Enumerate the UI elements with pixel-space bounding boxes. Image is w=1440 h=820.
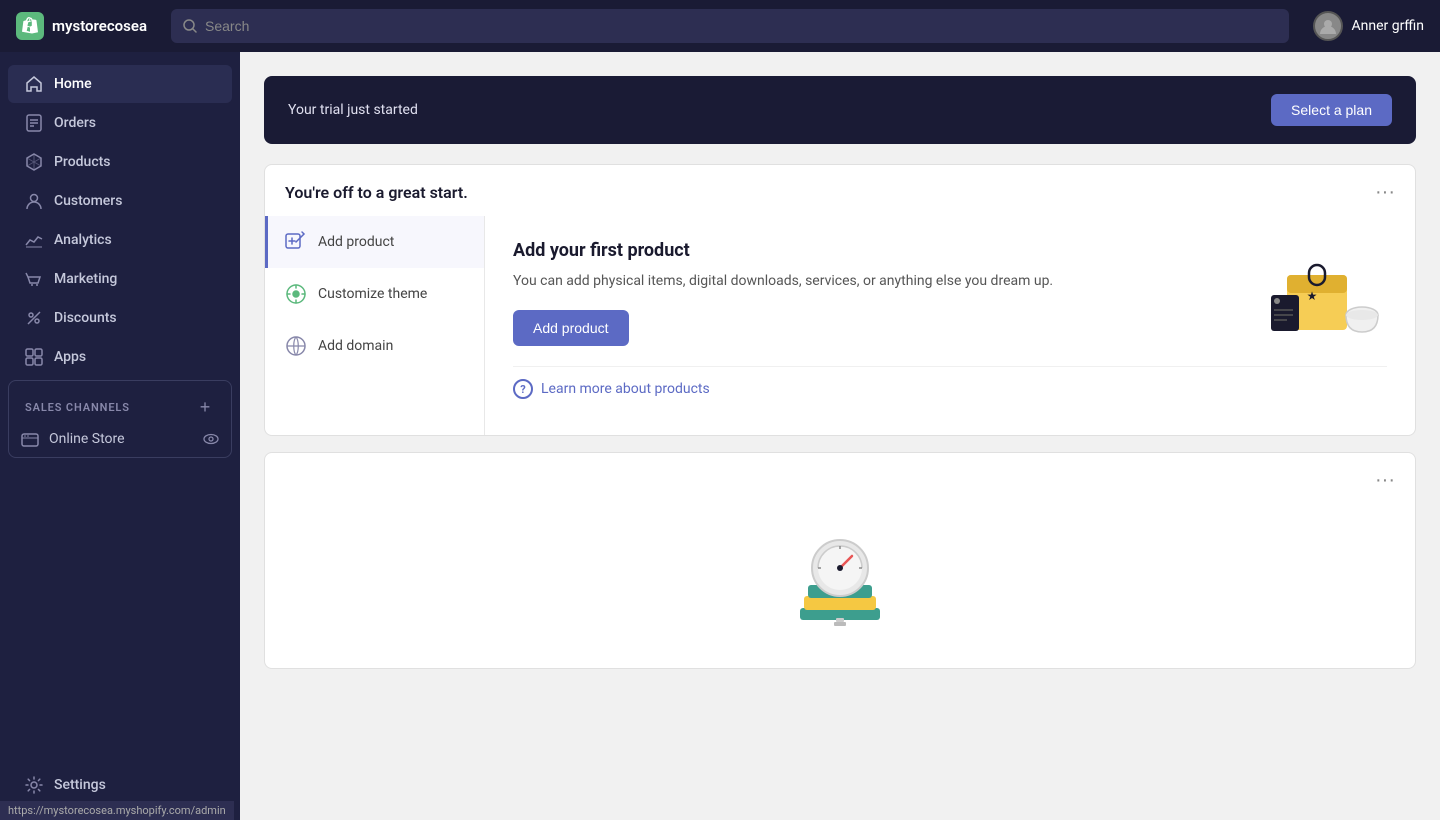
steps-list: Add product Customize theme [265,216,485,435]
card-title: You're off to a great start. [285,183,468,202]
home-icon [24,74,44,94]
user-menu[interactable]: Anner grffin [1313,11,1424,41]
search-bar[interactable] [171,9,1289,43]
sidebar-item-analytics[interactable]: Analytics [8,221,232,259]
product-panel-title: Add your first product [513,240,1233,261]
statusbar: https://mystorecosea.myshopify.com/admin [0,801,234,820]
sidebar: Home Orders Products [0,52,240,820]
trial-text: Your trial just started [288,102,418,118]
search-icon [183,19,197,33]
marketing-icon [24,269,44,289]
second-card: ··· [264,452,1416,669]
online-store-label: Online Store [49,431,125,447]
sales-channels-header: SALES CHANNELS + [9,387,231,421]
second-card-header: ··· [265,453,1415,508]
sidebar-item-marketing[interactable]: Marketing [8,260,232,298]
sidebar-item-online-store[interactable]: Online Store [9,421,231,457]
step-customize-icon [284,282,308,306]
card-more-button[interactable]: ··· [1375,181,1395,204]
settings-icon [24,775,44,795]
add-product-button[interactable]: Add product [513,310,629,346]
sidebar-item-apps[interactable]: Apps [8,338,232,376]
svg-text:★: ★ [1307,289,1318,303]
topnav: mystorecosea Anner grffin [0,0,1440,52]
step-add-domain[interactable]: Add domain [265,320,484,372]
product-illustration: ★ [1257,240,1387,350]
orders-icon [24,113,44,133]
sidebar-item-discounts[interactable]: Discounts [8,299,232,337]
shopify-logo-icon [16,12,44,40]
avatar [1313,11,1343,41]
sidebar-item-settings[interactable]: Settings [8,766,232,804]
step-add-product[interactable]: Add product [265,216,484,268]
learn-more-link[interactable]: ? Learn more about products [513,366,1387,411]
sidebar-item-home[interactable]: Home [8,65,232,103]
second-card-body [265,508,1415,668]
product-panel-desc: You can add physical items, digital down… [513,271,1233,292]
select-plan-button[interactable]: Select a plan [1271,94,1392,126]
card-header: You're off to a great start. ··· [265,165,1415,216]
sidebar-item-orders[interactable]: Orders [8,104,232,142]
main-content: Your trial just started Select a plan Yo… [240,52,1440,820]
product-panel: Add your first product You can add physi… [485,216,1415,435]
apps-icon [24,347,44,367]
step-customize-theme[interactable]: Customize theme [265,268,484,320]
analytics-icon [24,230,44,250]
help-icon: ? [513,379,533,399]
sidebar-item-products[interactable]: Products [8,143,232,181]
getting-started-content: Add product Customize theme [265,216,1415,435]
layout: Home Orders Products [0,0,1440,820]
user-name: Anner grffin [1351,18,1424,34]
products-icon [24,152,44,172]
online-store-visibility-toggle[interactable] [203,431,219,447]
step-domain-icon [284,334,308,358]
online-store-icon [21,430,39,448]
add-channel-button[interactable]: + [195,397,215,417]
trial-banner: Your trial just started Select a plan [264,76,1416,144]
store-logo[interactable]: mystorecosea [16,12,147,40]
store-name: mystorecosea [52,17,147,35]
discounts-icon [24,308,44,328]
search-input[interactable] [205,18,1277,34]
step-add-product-icon [284,230,308,254]
getting-started-card: You're off to a great start. ··· [264,164,1416,436]
sales-channels-section: SALES CHANNELS + Online Store [8,380,232,458]
customers-icon [24,191,44,211]
second-card-more-button[interactable]: ··· [1375,469,1395,492]
sidebar-item-customers[interactable]: Customers [8,182,232,220]
